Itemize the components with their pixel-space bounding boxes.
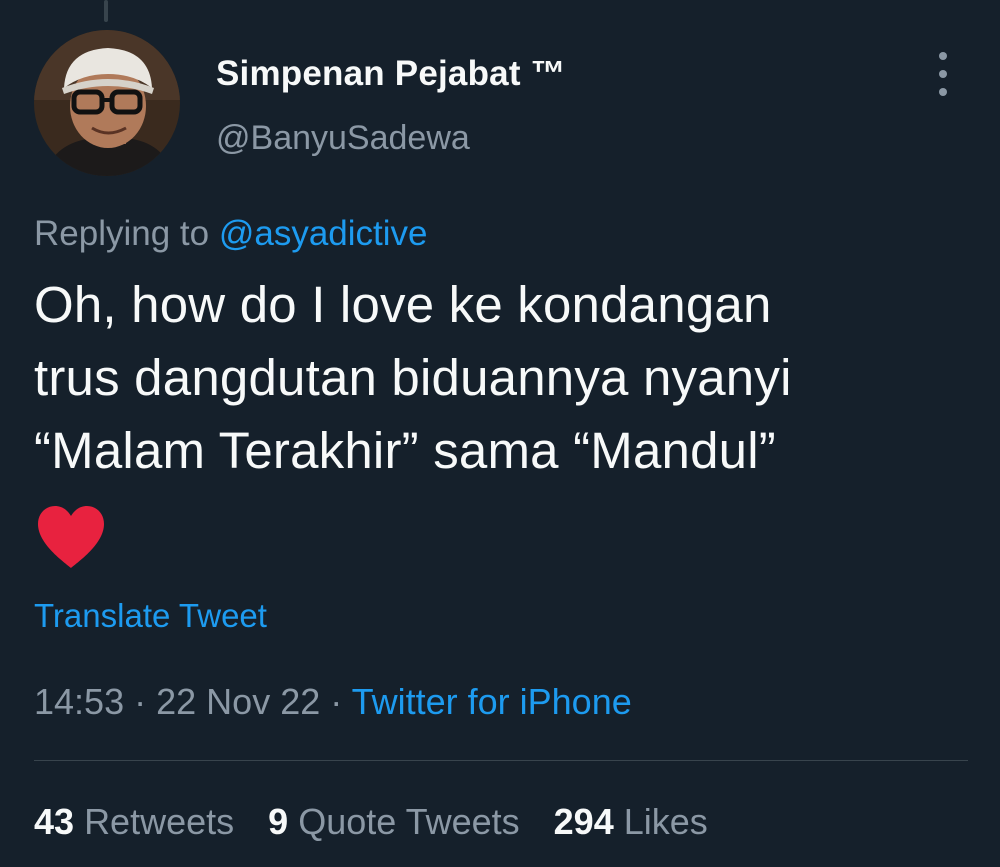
- tweet-text: Oh, how do I love ke kondangan trus dang…: [34, 268, 974, 487]
- tweet-text-line: “Malam Terakhir” sama “Mandul”: [34, 422, 776, 479]
- quote-tweets-count: 9: [268, 801, 289, 842]
- divider: [34, 760, 968, 761]
- tweet-time: 14:53: [34, 681, 125, 722]
- likes-label: Likes: [623, 801, 708, 842]
- more-dot: [939, 52, 947, 60]
- likes-stat[interactable]: 294 Likes: [554, 798, 708, 846]
- likes-count: 294: [553, 801, 614, 842]
- quote-tweets-stat[interactable]: 9 Quote Tweets: [268, 798, 520, 846]
- thread-connector-line: [104, 0, 108, 22]
- more-options-icon[interactable]: [928, 52, 958, 96]
- replying-to-mention-link[interactable]: @asyadictive: [219, 214, 428, 253]
- author-display-name[interactable]: Simpenan Pejabat ™: [216, 52, 566, 96]
- replying-to: Replying to @asyadictive: [34, 212, 428, 256]
- more-dot: [939, 70, 947, 78]
- translate-tweet-link[interactable]: Translate Tweet: [34, 594, 267, 638]
- meta-separator: ·: [330, 681, 343, 722]
- tweet-detail-screen: Simpenan Pejabat ™ @BanyuSadewa Replying…: [0, 0, 1000, 867]
- quote-tweets-label: Quote Tweets: [298, 801, 520, 842]
- replying-to-prefix: Replying to: [34, 214, 210, 253]
- tweet-date: 22 Nov 22: [156, 681, 321, 722]
- tweet-text-line: Oh, how do I love ke kondangan: [34, 276, 772, 333]
- engagement-stats: 43 Retweets 9 Quote Tweets 294 Likes: [34, 798, 742, 846]
- retweets-stat[interactable]: 43 Retweets: [34, 798, 234, 846]
- retweets-label: Retweets: [84, 801, 235, 842]
- avatar[interactable]: [34, 30, 180, 176]
- retweets-count: 43: [34, 801, 75, 842]
- author-handle[interactable]: @BanyuSadewa: [216, 116, 470, 160]
- tweet-metadata: 14:53 · 22 Nov 22 · Twitter for iPhone: [34, 678, 632, 726]
- tweet-source-link[interactable]: Twitter for iPhone: [352, 681, 632, 722]
- more-dot: [939, 88, 947, 96]
- heart-icon: [38, 506, 104, 568]
- meta-separator: ·: [134, 681, 147, 722]
- tweet-text-line: trus dangdutan biduannya nyanyi: [34, 349, 792, 406]
- profile-photo-icon: [34, 30, 180, 176]
